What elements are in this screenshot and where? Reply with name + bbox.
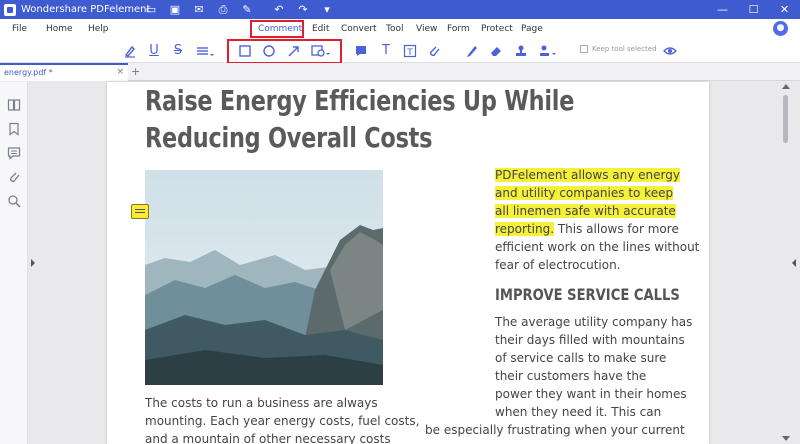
section-heading: IMPROVE SERVICE CALLS	[495, 285, 680, 304]
email-icon[interactable]: ✉	[187, 3, 211, 16]
text-line: The average utility company has	[495, 315, 693, 329]
menu-page[interactable]: Page	[521, 24, 543, 34]
comment-toolbar: U S T T	[0, 39, 800, 63]
scroll-down-icon[interactable]	[782, 436, 790, 441]
sticky-note-annotation-icon[interactable]	[131, 204, 149, 219]
menu-bar: File Home Help Comment Edit Convert Tool…	[0, 19, 800, 39]
edit-icon[interactable]: ✎	[235, 3, 259, 16]
stamp-tool-icon[interactable]	[512, 43, 530, 59]
thumbnails-icon[interactable]	[7, 97, 21, 111]
keep-tool-label: Keep tool selected	[592, 45, 657, 53]
text-line: their customers have the	[495, 369, 647, 383]
highlighted-text[interactable]: and utility companies to keep	[495, 186, 674, 200]
signature-dropdown-icon[interactable]	[536, 43, 560, 59]
text-line: The costs to run a business are always	[145, 396, 378, 410]
text-tool-icon[interactable]: T	[377, 43, 395, 59]
folder-icon[interactable]: ▭	[139, 3, 163, 16]
scroll-up-icon[interactable]	[782, 84, 790, 89]
text-line: of service calls to make sure	[495, 351, 667, 365]
highlighted-text[interactable]: reporting.	[495, 222, 555, 236]
pencil-tool-icon[interactable]	[463, 43, 481, 59]
keep-tool-checkbox[interactable]	[580, 45, 588, 53]
tab-label: energy.pdf *	[4, 68, 53, 77]
text-line: power they want in their homes	[495, 387, 687, 401]
comments-panel-icon[interactable]	[7, 145, 21, 160]
attachment-tool-icon[interactable]	[425, 43, 443, 59]
text-line: and a mountain of other necessary costs	[145, 432, 391, 444]
menu-view[interactable]: View	[416, 24, 437, 34]
tab-energy-pdf[interactable]: energy.pdf * ×	[0, 63, 128, 81]
maximize-icon[interactable]: ☐	[738, 0, 769, 19]
save-icon[interactable]: ▣	[163, 3, 187, 16]
menu-convert[interactable]: Convert	[341, 24, 377, 34]
menu-file[interactable]: File	[12, 24, 27, 34]
underline-tool-icon[interactable]: U	[145, 43, 163, 59]
text-line: mounting. Each year energy costs, fuel c…	[145, 414, 420, 428]
eraser-tool-icon[interactable]	[487, 43, 505, 59]
strikethrough-tool-icon[interactable]: S	[169, 43, 187, 59]
print-icon[interactable]: ⎙	[211, 3, 235, 17]
show-hide-comments-icon[interactable]	[661, 43, 679, 59]
menu-help[interactable]: Help	[88, 24, 109, 34]
bookmark-icon[interactable]	[7, 121, 21, 136]
textbox-tool-icon[interactable]: T	[401, 43, 419, 59]
search-icon[interactable]	[7, 193, 21, 208]
dropdown-icon[interactable]: ▾	[315, 3, 339, 16]
highlighted-text[interactable]: PDFelement allows any energy	[495, 168, 680, 182]
keep-tool-selected[interactable]: Keep tool selected	[580, 45, 657, 53]
app-logo-icon	[4, 3, 16, 16]
user-avatar[interactable]: ●	[773, 21, 788, 36]
text-line: their days filled with mountains	[495, 333, 685, 347]
text-line: when they need it. This can	[495, 405, 662, 419]
close-tab-icon[interactable]: ×	[116, 67, 124, 77]
menu-form[interactable]: Form	[447, 24, 470, 34]
replace-text-tool-icon[interactable]	[194, 43, 216, 59]
text-line: reporting. This allows for more	[495, 220, 679, 238]
text-line: efficient work on the lines without	[495, 240, 700, 254]
vertical-scrollbar-thumb[interactable]	[783, 95, 788, 143]
redo-icon[interactable]: ↷	[291, 3, 315, 16]
text-line: and utility companies to keep	[495, 184, 674, 202]
text-line: PDFelement allows any energy	[495, 166, 680, 184]
mountain-photo	[145, 170, 383, 385]
menu-tool[interactable]: Tool	[386, 24, 403, 34]
collapse-right-panel-icon[interactable]	[792, 259, 796, 267]
comment-menu-highlight-box	[250, 20, 304, 38]
title-line-2: Reducing Overall Costs	[145, 121, 433, 154]
page-title: Raise Energy Efficiencies Up While Reduc…	[145, 82, 575, 156]
highlight-tool-icon[interactable]	[121, 43, 139, 59]
add-tab-icon[interactable]: +	[131, 65, 140, 78]
title-bar: Wondershare PDFelement ▭ ▣ ✉ ⎙ ✎ ↶ ↷ ▾ —…	[0, 0, 800, 19]
app-title: Wondershare PDFelement	[21, 4, 151, 15]
shape-tools-highlight-box	[227, 39, 342, 64]
quick-access-toolbar: ▭ ▣ ✉ ⎙ ✎ ↶ ↷ ▾	[139, 3, 339, 17]
text-line: all linemen safe with accurate	[495, 202, 676, 220]
undo-icon[interactable]: ↶	[267, 3, 291, 16]
attachments-panel-icon[interactable]	[7, 169, 21, 183]
document-page: Raise Energy Efficiencies Up While Reduc…	[107, 82, 709, 444]
sticky-note-tool-icon[interactable]	[352, 43, 370, 59]
menu-protect[interactable]: Protect	[481, 24, 513, 34]
text-line: be especially frustrating when your curr…	[425, 423, 685, 437]
collapse-left-panel-icon[interactable]	[31, 259, 35, 267]
minimize-icon[interactable]: —	[707, 0, 738, 19]
left-sidebar	[0, 82, 28, 444]
svg-text:T: T	[406, 48, 413, 58]
menu-edit[interactable]: Edit	[312, 24, 329, 34]
window-controls: — ☐ ✕	[707, 0, 800, 19]
menu-home[interactable]: Home	[46, 24, 73, 34]
title-line-1: Raise Energy Efficiencies Up While	[145, 84, 575, 117]
body-text: This allows for more	[554, 222, 679, 236]
text-line: fear of electrocution.	[495, 258, 621, 272]
highlighted-text[interactable]: all linemen safe with accurate	[495, 204, 676, 218]
close-icon[interactable]: ✕	[769, 0, 800, 19]
document-tab-bar: energy.pdf * × +	[0, 63, 800, 81]
